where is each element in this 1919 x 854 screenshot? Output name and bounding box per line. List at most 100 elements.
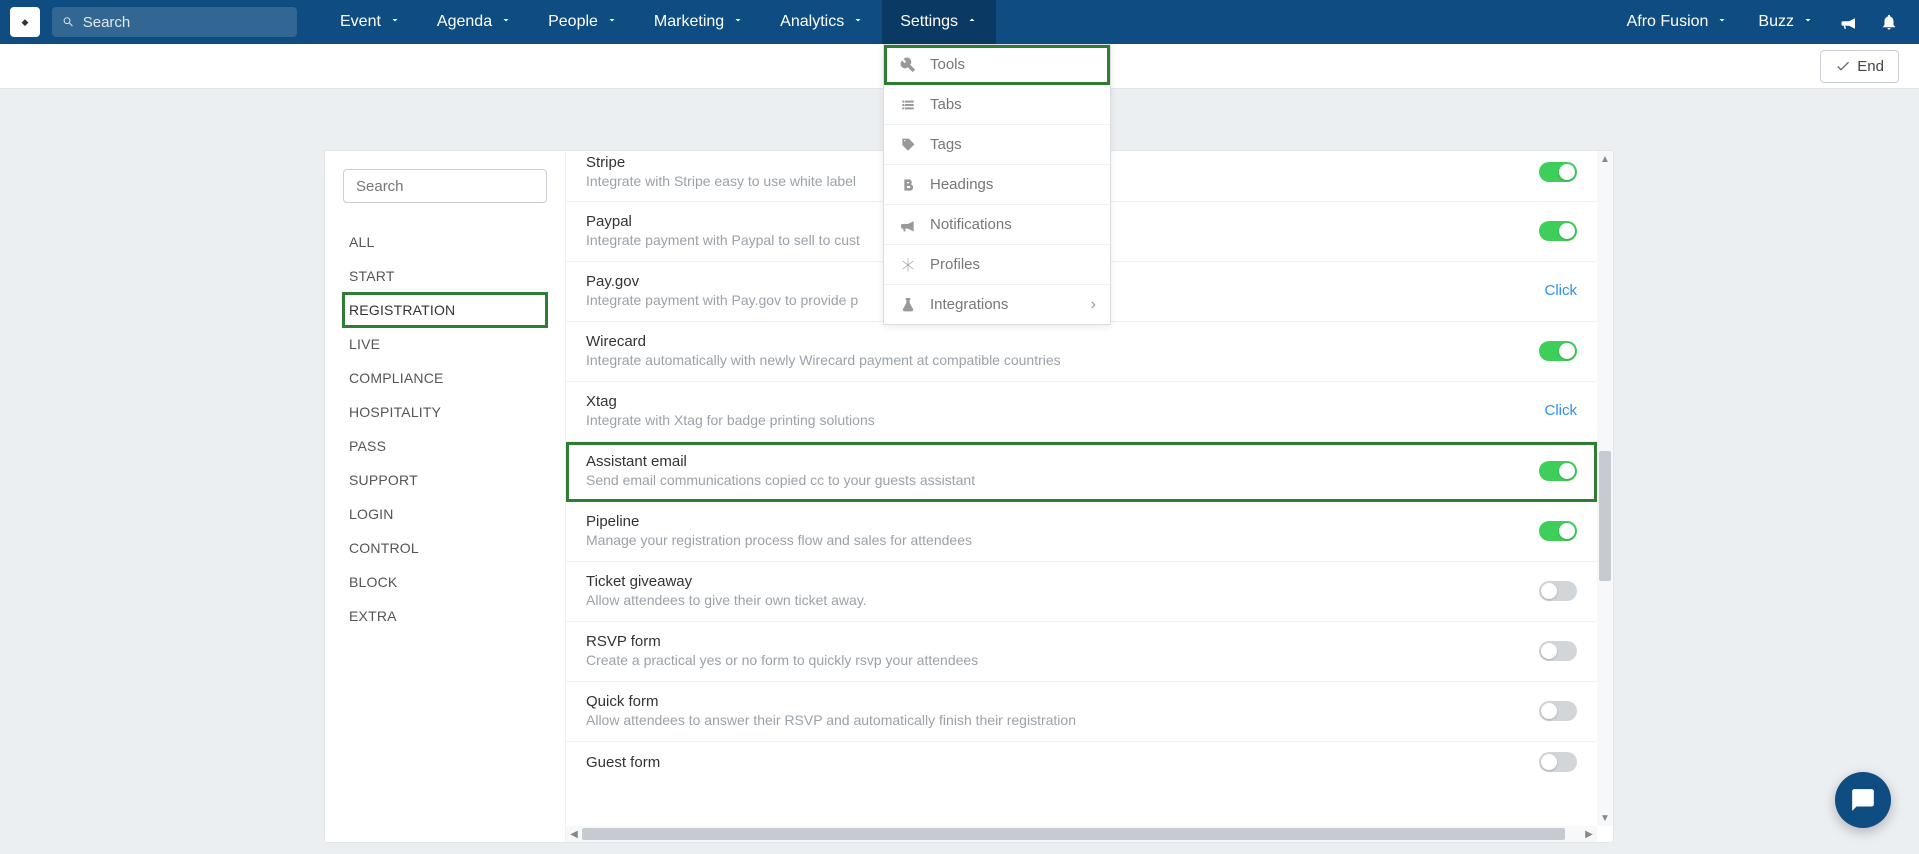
sidebar-item-compliance[interactable]: COMPLIANCE xyxy=(343,361,547,395)
settings-row: Wirecard Integrate automatically with new… xyxy=(566,322,1597,382)
sidebar-item-all[interactable]: ALL xyxy=(343,225,547,259)
dropdown-item-headings[interactable]: Headings xyxy=(884,165,1110,205)
toggle-switch[interactable] xyxy=(1539,701,1577,721)
nav-agenda[interactable]: Agenda xyxy=(419,0,530,44)
nav-items: Event Agenda People Marketing Analytics … xyxy=(322,0,996,44)
nav-people[interactable]: People xyxy=(530,0,636,44)
sidebar-item-live[interactable]: LIVE xyxy=(343,327,547,361)
scroll-thumb[interactable] xyxy=(1599,451,1611,581)
vertical-scrollbar[interactable]: ▲ ▼ xyxy=(1597,151,1613,826)
setting-title: RSVP form xyxy=(586,633,1519,650)
chat-launcher[interactable] xyxy=(1835,772,1891,828)
setting-title: Pipeline xyxy=(586,513,1519,530)
setting-description: Manage your registration process flow an… xyxy=(586,532,1519,548)
list-icon xyxy=(900,97,916,113)
sidebar-item-start[interactable]: START xyxy=(343,259,547,293)
toggle-switch[interactable] xyxy=(1539,162,1577,182)
sidebar: ALLSTARTREGISTRATIONLIVECOMPLIANCEHOSPIT… xyxy=(325,151,565,842)
sidebar-item-login[interactable]: LOGIN xyxy=(343,497,547,531)
end-button-label: End xyxy=(1857,58,1884,75)
scroll-thumb-h[interactable] xyxy=(582,828,1565,840)
sidebar-item-extra[interactable]: EXTRA xyxy=(343,599,547,633)
tag-icon xyxy=(900,137,916,153)
global-search[interactable] xyxy=(52,7,297,37)
settings-row: Pipeline Manage your registration process… xyxy=(566,502,1597,562)
scroll-left-icon[interactable]: ◀ xyxy=(566,826,582,842)
scroll-right-icon[interactable]: ▶ xyxy=(1581,826,1597,842)
check-icon xyxy=(1835,58,1851,74)
dropdown-item-tabs[interactable]: Tabs xyxy=(884,85,1110,125)
sidebar-item-control[interactable]: CONTROL xyxy=(343,531,547,565)
horizontal-scrollbar[interactable]: ◀ ▶ xyxy=(566,826,1597,842)
toggle-switch[interactable] xyxy=(1539,461,1577,481)
dropdown-item-label: Tools xyxy=(930,56,965,73)
dropdown-item-label: Notifications xyxy=(930,216,1012,233)
nav-analytics[interactable]: Analytics xyxy=(762,0,882,44)
search-icon xyxy=(62,15,75,29)
sidebar-item-support[interactable]: SUPPORT xyxy=(343,463,547,497)
chevron-down-icon xyxy=(389,13,401,31)
nav-marketing[interactable]: Marketing xyxy=(636,0,762,44)
bullhorn-icon xyxy=(900,217,916,233)
setting-title: Xtag xyxy=(586,393,1525,410)
dropdown-item-tools[interactable]: Tools xyxy=(884,45,1110,85)
notifications-button[interactable] xyxy=(1869,0,1909,44)
nav-event[interactable]: Event xyxy=(322,0,419,44)
chevron-down-icon xyxy=(732,13,744,31)
nav-settings[interactable]: Settings xyxy=(882,0,996,44)
dropdown-item-label: Headings xyxy=(930,176,993,193)
flask-icon xyxy=(900,297,916,313)
chevron-down-icon xyxy=(606,13,618,31)
nav-account[interactable]: Afro Fusion xyxy=(1612,0,1744,44)
sidebar-item-block[interactable]: BLOCK xyxy=(343,565,547,599)
toggle-switch[interactable] xyxy=(1539,221,1577,241)
toggle-switch[interactable] xyxy=(1539,752,1577,772)
sidebar-item-hospitality[interactable]: HOSPITALITY xyxy=(343,395,547,429)
setting-description: Allow attendees to answer their RSVP and… xyxy=(586,712,1519,728)
snowflake-icon xyxy=(900,257,916,273)
wrench-icon xyxy=(900,57,916,73)
toggle-switch[interactable] xyxy=(1539,641,1577,661)
click-link[interactable]: Click xyxy=(1545,282,1578,299)
scroll-down-icon[interactable]: ▼ xyxy=(1597,810,1613,826)
nav-right: Afro Fusion Buzz xyxy=(1612,0,1909,44)
settings-row: Assistant emailSend email communications… xyxy=(566,442,1597,502)
setting-description: Allow attendees to give their own ticket… xyxy=(586,592,1519,608)
scroll-up-icon[interactable]: ▲ xyxy=(1597,151,1613,167)
chat-icon xyxy=(1850,787,1876,813)
toggle-switch[interactable] xyxy=(1539,581,1577,601)
chevron-down-icon xyxy=(500,13,512,31)
dropdown-item-label: Tags xyxy=(930,136,962,153)
settings-row: Xtag Integrate with Xtag for badge printi… xyxy=(566,382,1597,442)
announcement-button[interactable] xyxy=(1829,0,1869,44)
chevron-down-icon xyxy=(852,13,864,31)
top-nav: ◆ Event Agenda People Marketing Analytic… xyxy=(0,0,1919,44)
sidebar-item-registration[interactable]: REGISTRATION xyxy=(343,293,547,327)
chevron-down-icon xyxy=(1716,13,1728,31)
dropdown-item-label: Tabs xyxy=(930,96,962,113)
dropdown-item-notifications[interactable]: Notifications xyxy=(884,205,1110,245)
sidebar-item-pass[interactable]: PASS xyxy=(343,429,547,463)
setting-title: Assistant email xyxy=(586,453,1519,470)
dropdown-item-profiles[interactable]: Profiles xyxy=(884,245,1110,285)
end-button[interactable]: End xyxy=(1820,50,1899,83)
setting-title: Guest form xyxy=(586,754,1519,771)
click-link[interactable]: Click xyxy=(1545,402,1578,419)
chevron-down-icon xyxy=(1802,13,1814,31)
sidebar-search-input[interactable] xyxy=(343,169,547,203)
chevron-up-icon xyxy=(966,13,978,31)
dropdown-item-integrations[interactable]: Integrations› xyxy=(884,285,1110,324)
bullhorn-icon xyxy=(1840,13,1858,31)
bell-icon xyxy=(1880,13,1898,31)
setting-title: Ticket giveaway xyxy=(586,573,1519,590)
setting-description: Create a practical yes or no form to qui… xyxy=(586,652,1519,668)
setting-description: Integrate automatically with newly Wirec… xyxy=(586,352,1519,368)
setting-description: Integrate with Xtag for badge printing s… xyxy=(586,412,1525,428)
toggle-switch[interactable] xyxy=(1539,341,1577,361)
settings-row: Ticket giveaway Allow attendees to give t… xyxy=(566,562,1597,622)
global-search-input[interactable] xyxy=(83,14,287,31)
dropdown-item-tags[interactable]: Tags xyxy=(884,125,1110,165)
nav-workspace[interactable]: Buzz xyxy=(1743,0,1829,44)
setting-title: Wirecard xyxy=(586,333,1519,350)
toggle-switch[interactable] xyxy=(1539,521,1577,541)
